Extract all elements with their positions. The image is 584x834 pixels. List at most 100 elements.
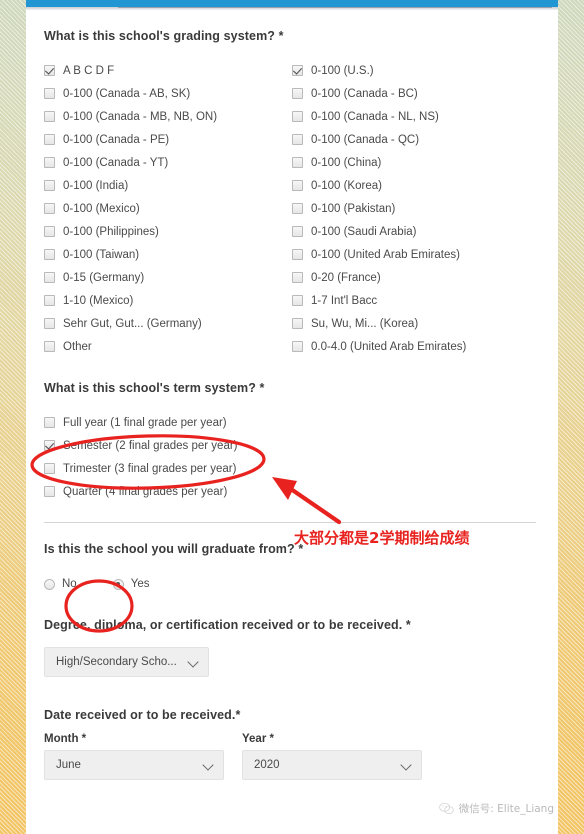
checkbox-option[interactable]: Semester (2 final grades per year) [44, 434, 540, 457]
checkbox-label: 0-100 (Canada - AB, SK) [63, 87, 191, 100]
checkbox-germany-15[interactable] [44, 272, 55, 283]
checkbox-ib-1-7[interactable] [292, 295, 303, 306]
checkbox-label: Other [63, 340, 92, 353]
checkbox-option[interactable]: Trimester (3 final grades per year) [44, 457, 540, 480]
checkbox-pakistan[interactable] [292, 203, 303, 214]
checkbox-label: 0-100 (Canada - NL, NS) [311, 110, 439, 123]
year-select[interactable]: 2020 [242, 750, 422, 780]
checkbox-full-year[interactable] [44, 417, 55, 428]
checkbox-label: Su, Wu, Mi... (Korea) [311, 317, 419, 330]
checkbox-canada-ab-sk[interactable] [44, 88, 55, 99]
checkbox-canada-pe[interactable] [44, 134, 55, 145]
wechat-watermark: 微信号: Elite_Liang [439, 801, 554, 816]
checkbox-option[interactable]: 0-15 (Germany) [44, 266, 292, 289]
checkbox-option[interactable]: 0-100 (Canada - YT) [44, 151, 292, 174]
checkbox-option[interactable]: 0-100 (Canada - PE) [44, 128, 292, 151]
checkbox-option[interactable]: Other [44, 335, 292, 358]
checkbox-label: 0-100 (Canada - PE) [63, 133, 170, 146]
checkbox-label: Trimester (3 final grades per year) [63, 462, 237, 475]
checkbox-saudi-arabia[interactable] [292, 226, 303, 237]
checkbox-option[interactable]: 0-100 (Pakistan) [292, 197, 540, 220]
checkbox-canada-bc[interactable] [292, 88, 303, 99]
checkbox-option[interactable]: 1-10 (Mexico) [44, 289, 292, 312]
checkbox-option[interactable]: Sehr Gut, Gut... (Germany) [44, 312, 292, 335]
year-select-value: 2020 [254, 759, 280, 771]
checkbox-option[interactable]: 0-100 (Korea) [292, 174, 540, 197]
radio-option-yes[interactable]: Yes [112, 578, 149, 590]
checkbox-uae-100[interactable] [292, 249, 303, 260]
checkbox-canada-mb-nb-on[interactable] [44, 111, 55, 122]
checkbox-label: 0.0-4.0 (United Arab Emirates) [311, 340, 467, 353]
checkbox-option[interactable]: 0-100 (Canada - QC) [292, 128, 540, 151]
checkbox-us-100[interactable] [292, 65, 303, 76]
checkbox-option[interactable]: 0-100 (Canada - AB, SK) [44, 82, 292, 105]
radio-no[interactable] [44, 578, 55, 590]
checkbox-france-20[interactable] [292, 272, 303, 283]
checkbox-quarter[interactable] [44, 486, 55, 497]
checkbox-label: 1-10 (Mexico) [63, 294, 134, 307]
graduate-from-options: No Yes [44, 574, 540, 594]
checkbox-canada-qc[interactable] [292, 134, 303, 145]
checkbox-option[interactable]: 0.0-4.0 (United Arab Emirates) [292, 335, 540, 358]
date-received-fields: Month * June Year * 2020 [44, 733, 540, 780]
date-received-question: Date received or to be received.* [44, 708, 241, 722]
checkbox-option[interactable]: 0-100 (Taiwan) [44, 243, 292, 266]
checkbox-label: 0-100 (U.S.) [311, 64, 374, 77]
wechat-icon [439, 802, 454, 814]
graduate-from-question: Is this the school you will graduate fro… [44, 542, 304, 556]
radio-option-no[interactable]: No [44, 578, 77, 590]
checkbox-option[interactable]: 0-100 (U.S.) [292, 59, 540, 82]
checkbox-label: Full year (1 final grade per year) [63, 416, 227, 429]
checkbox-option[interactable]: 1-7 Int'l Bacc [292, 289, 540, 312]
checkbox-sehr-gut-germany[interactable] [44, 318, 55, 329]
checkbox-mexico-100[interactable] [44, 203, 55, 214]
checkbox-india[interactable] [44, 180, 55, 191]
checkbox-semester[interactable] [44, 440, 55, 451]
checkbox-su-wu-mi-korea[interactable] [292, 318, 303, 329]
degree-select[interactable]: High/Secondary Scho... [44, 647, 209, 677]
checkbox-canada-yt[interactable] [44, 157, 55, 168]
checkbox-label: 0-100 (Saudi Arabia) [311, 225, 417, 238]
checkbox-label: 0-100 (Korea) [311, 179, 382, 192]
grading-system-options: A B C D F 0-100 (Canada - AB, SK) 0-100 … [44, 59, 540, 358]
checkbox-option[interactable]: 0-100 (United Arab Emirates) [292, 243, 540, 266]
checkbox-label: 0-100 (Canada - BC) [311, 87, 418, 100]
checkbox-option[interactable]: Full year (1 final grade per year) [44, 411, 540, 434]
checkbox-option[interactable]: 0-20 (France) [292, 266, 540, 289]
checkbox-canada-nl-ns[interactable] [292, 111, 303, 122]
checkbox-option[interactable]: 0-100 (China) [292, 151, 540, 174]
checkbox-uae-4point0[interactable] [292, 341, 303, 352]
checkbox-other[interactable] [44, 341, 55, 352]
checkbox-label: 0-100 (United Arab Emirates) [311, 248, 460, 261]
checkbox-label: Sehr Gut, Gut... (Germany) [63, 317, 202, 330]
grading-options-right-column: 0-100 (U.S.) 0-100 (Canada - BC) 0-100 (… [292, 59, 540, 358]
checkbox-mexico-10[interactable] [44, 295, 55, 306]
checkbox-label: Semester (2 final grades per year) [63, 439, 238, 452]
decorative-left-gutter [0, 0, 26, 834]
chevron-down-icon [401, 759, 413, 771]
checkbox-option[interactable]: 0-100 (India) [44, 174, 292, 197]
checkbox-option[interactable]: 0-100 (Canada - MB, NB, ON) [44, 105, 292, 128]
checkbox-china[interactable] [292, 157, 303, 168]
checkbox-option[interactable]: 0-100 (Mexico) [44, 197, 292, 220]
checkbox-option[interactable]: 0-100 (Canada - BC) [292, 82, 540, 105]
checkbox-trimester[interactable] [44, 463, 55, 474]
checkbox-option[interactable]: 0-100 (Saudi Arabia) [292, 220, 540, 243]
checkbox-label: 0-100 (Canada - YT) [63, 156, 169, 169]
application-form: What is this school's grading system? * … [26, 10, 558, 834]
checkbox-abcdf[interactable] [44, 65, 55, 76]
term-system-question: What is this school's term system? * [44, 381, 265, 395]
checkbox-korea-100[interactable] [292, 180, 303, 191]
checkbox-option[interactable]: Su, Wu, Mi... (Korea) [292, 312, 540, 335]
checkbox-option[interactable]: A B C D F [44, 59, 292, 82]
checkbox-taiwan[interactable] [44, 249, 55, 260]
checkbox-option[interactable]: 0-100 (Philippines) [44, 220, 292, 243]
month-label: Month * [44, 733, 87, 745]
grading-system-question: What is this school's grading system? * [44, 29, 284, 43]
radio-yes[interactable] [112, 578, 124, 590]
checkbox-option[interactable]: Quarter (4 final grades per year) [44, 480, 540, 503]
month-select[interactable]: June [44, 750, 224, 780]
checkbox-option[interactable]: 0-100 (Canada - NL, NS) [292, 105, 540, 128]
checkbox-philippines[interactable] [44, 226, 55, 237]
checkbox-label: 0-100 (India) [63, 179, 129, 192]
